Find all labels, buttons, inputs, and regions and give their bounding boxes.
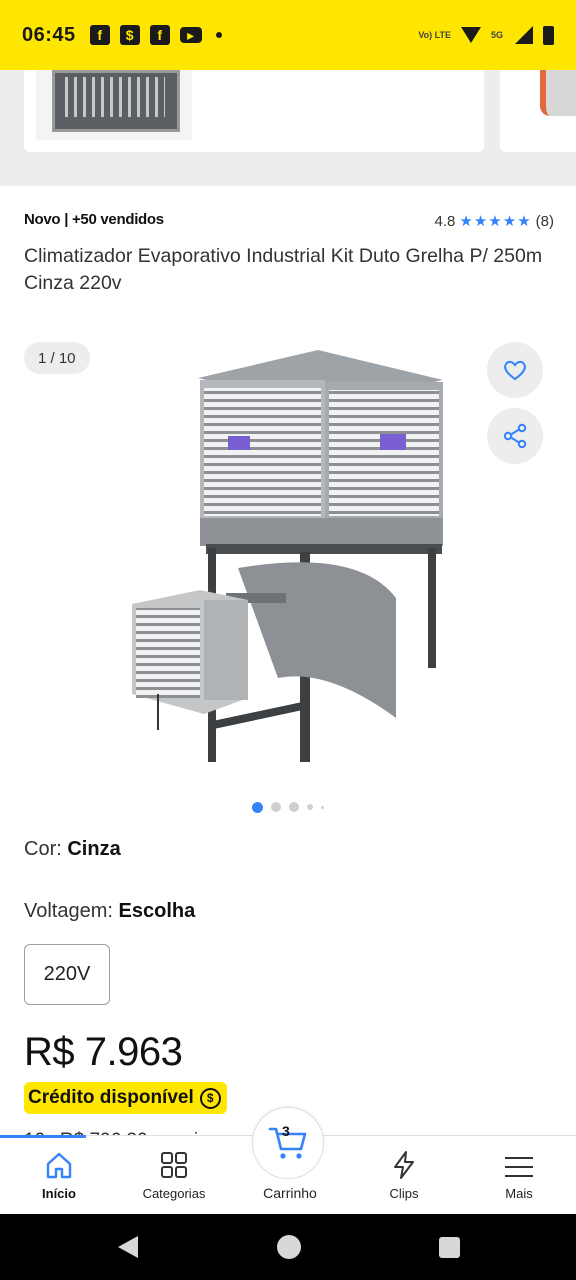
- product-title: Climatizador Evaporativo Industrial Kit …: [24, 245, 543, 294]
- nav-label: Mais: [505, 1186, 533, 1201]
- status-bar: 06:45 f $ f ▸ Vo) LTE 5G: [0, 0, 576, 70]
- brand-sticker-right: [380, 434, 406, 450]
- color-variation: Cor: Cinza: [24, 838, 121, 861]
- rating-value: 4.8: [434, 212, 456, 230]
- sold-count: +50 vendidos: [71, 211, 164, 228]
- condition-label: Novo: [24, 211, 61, 228]
- volte-label: Vo) LTE: [418, 29, 451, 40]
- network-5g-label: 5G: [490, 29, 503, 40]
- nav-item-inicio[interactable]: Início: [18, 1136, 100, 1215]
- product-price: R$ 7.963: [24, 1030, 183, 1074]
- color-value: Cinza: [67, 838, 121, 860]
- pagination-dot-active[interactable]: [252, 801, 263, 813]
- review-count: (8): [535, 212, 554, 230]
- rating-summary[interactable]: 4.8 ★★★★★ (8): [434, 212, 554, 231]
- voltage-label: Voltagem:: [24, 900, 113, 922]
- facebook-icon: f: [149, 25, 170, 45]
- nav-label: Início: [42, 1186, 76, 1201]
- related-product-image: [36, 70, 192, 140]
- more-notifications-icon: [215, 32, 222, 38]
- coin-icon: $: [199, 1087, 221, 1109]
- share-button[interactable]: [487, 408, 543, 464]
- badge-separator: |: [64, 211, 69, 228]
- lightning-icon: [394, 1151, 414, 1179]
- nav-label: Clips: [389, 1186, 419, 1201]
- share-icon: [503, 423, 527, 449]
- signal-icon: [513, 26, 533, 44]
- youtube-icon: ▸: [179, 27, 202, 43]
- image-counter: 1 / 10: [24, 342, 90, 374]
- pagination-dot[interactable]: [321, 805, 324, 809]
- nav-item-categorias[interactable]: Categorias: [128, 1136, 220, 1215]
- menu-icon: [505, 1157, 533, 1177]
- cart-button[interactable]: 3: [252, 1107, 324, 1179]
- star-rating-icon: ★★★★★: [459, 213, 532, 230]
- favorite-button[interactable]: [487, 342, 543, 398]
- heart-icon: [504, 360, 526, 381]
- cooler-base: [200, 518, 443, 546]
- brand-sticker-left: [228, 436, 250, 450]
- air-duct: [238, 562, 396, 718]
- pagination-dot[interactable]: [307, 804, 313, 810]
- home-icon: [46, 1152, 72, 1179]
- pagination-dot[interactable]: [289, 802, 299, 812]
- system-status-icons: Vo) LTE 5G: [418, 25, 554, 45]
- facebook-icon: f: [89, 25, 110, 45]
- product-badges: Novo | +50 vendidos: [24, 211, 164, 228]
- nav-label: Categorias: [142, 1186, 206, 1201]
- color-label: Cor:: [24, 838, 62, 860]
- gallery-pagination: [0, 800, 576, 814]
- credit-label: Crédito disponível: [28, 1087, 194, 1108]
- shopping-bag-icon: $: [119, 25, 140, 45]
- status-time: 06:45: [22, 23, 76, 46]
- product-image[interactable]: [128, 338, 448, 762]
- battery-icon: [543, 25, 554, 45]
- pagination-dot[interactable]: [271, 802, 281, 812]
- related-product-card[interactable]: [500, 70, 576, 152]
- cart-count-badge: 3: [282, 1123, 290, 1139]
- voltage-option-220v[interactable]: 220V: [24, 944, 110, 1005]
- recent-apps-icon[interactable]: [439, 1237, 460, 1258]
- system-navigation-bar: [0, 1214, 576, 1280]
- home-button-icon[interactable]: [277, 1235, 301, 1259]
- wifi-icon: [460, 27, 481, 43]
- related-product-card[interactable]: [24, 70, 484, 152]
- voltage-value: Escolha: [118, 900, 196, 922]
- related-products-carousel[interactable]: [0, 70, 576, 186]
- back-icon[interactable]: [118, 1236, 138, 1258]
- voltage-variation: Voltagem: Escolha: [24, 900, 195, 923]
- related-product-image: [540, 70, 576, 116]
- nav-item-clips[interactable]: Clips: [368, 1136, 440, 1215]
- notification-icons: f $ f ▸: [89, 25, 222, 45]
- nav-item-mais[interactable]: Mais: [484, 1136, 554, 1215]
- nav-label: Carrinho: [263, 1185, 317, 1201]
- product-gallery[interactable]: 1 / 10: [0, 330, 576, 780]
- grid-icon: [161, 1152, 187, 1178]
- credit-available-badge[interactable]: Crédito disponível $: [24, 1082, 227, 1114]
